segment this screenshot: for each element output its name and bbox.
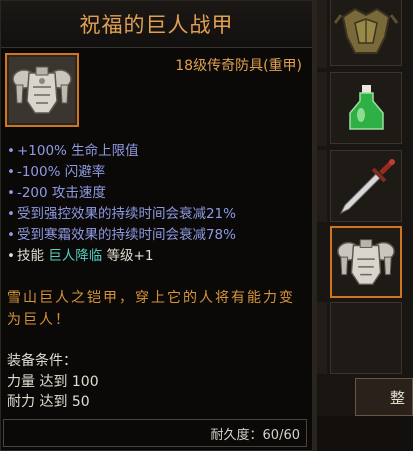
durability-bar: 耐久度：60/60 [3,419,307,447]
inventory-slot[interactable] [330,0,402,66]
slot-spacer [317,150,327,222]
inventory-slot-selected[interactable] [330,226,402,298]
slot-spacer [317,302,327,374]
skill-suffix: 等级+1 [106,248,154,264]
skill-bonus-line: • 技能 巨人降临 等级+1 [7,248,154,264]
bottom-strip [317,416,413,451]
slot-spacer [317,0,327,68]
tooltip-title-bar: 祝福的巨人战甲 [1,1,312,48]
skill-name: 巨人降临 [48,248,103,264]
item-lore: 雪山巨人之铠甲，穿上它的人将有能力变为巨人！ [7,290,295,328]
stats-list: • +100% 生命上限值 • -100% 闪避率 • -200 攻击速度 • 受到强控… [7,141,307,267]
item-tooltip: 祝福的巨人战甲 18级传奇防具(重甲) • +100% 生命上限值 • -100… [0,0,313,451]
item-type-label: 18级传奇防具(重甲) [175,58,302,74]
stat-line: • +100% 生命上限值 [7,143,139,159]
requirements: 装备条件： 力量 达到 100 耐力 达到 50 [7,351,307,412]
stat-line: • -200 攻击速度 [7,185,106,201]
durability-text: 耐久度：60/60 [210,427,300,443]
inventory-slot[interactable] [330,150,402,222]
requirement-strength: 力量 达到 100 [7,374,99,390]
inventory-slot-empty[interactable] [330,302,402,374]
inventory-slot[interactable] [330,72,402,144]
stat-line: • 受到强控效果的持续时间会衰减21% [7,206,236,222]
sword-icon [333,153,399,219]
stat-line: • 受到寒霜效果的持续时间会衰减78% [7,227,236,243]
requirements-title: 装备条件： [7,353,77,369]
item-name: 祝福的巨人战甲 [79,13,234,37]
sort-button[interactable]: 整 [355,378,413,416]
requirement-stamina: 耐力 达到 50 [7,394,90,410]
green-potion-icon [333,75,399,141]
skill-prefix: 技能 [16,248,44,264]
slot-spacer [317,72,327,146]
item-icon-frame [5,53,79,127]
plate-armor-icon [334,230,398,294]
plate-armor-icon [9,57,75,123]
stat-line: • -100% 闪避率 [7,164,106,180]
leaf-armor-icon [333,0,399,63]
sort-button-label: 整 [390,388,406,407]
